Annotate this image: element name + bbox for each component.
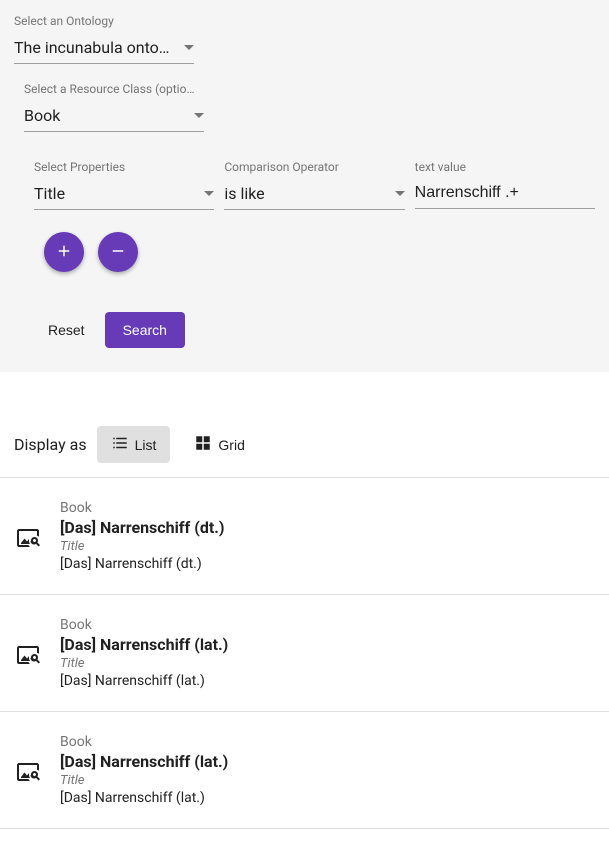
display-grid-button[interactable]: Grid (180, 426, 258, 463)
text-value-input[interactable] (415, 180, 595, 209)
list-icon (111, 434, 129, 455)
display-as-label: Display as (14, 435, 87, 454)
display-list-button[interactable]: List (97, 426, 171, 463)
result-title: [Das] Narrenschiff (lat.) (60, 752, 593, 771)
property-field: Select Properties Title (34, 160, 214, 210)
result-body: Book [Das] Narrenschiff (lat.) Title [Das] … (60, 617, 593, 689)
chevron-down-icon (395, 191, 405, 196)
ontology-select[interactable]: The incunabula onto… (14, 34, 194, 64)
display-list-label: List (135, 437, 157, 453)
result-title: [Das] Narrenschiff (dt.) (60, 518, 593, 537)
display-bar: Display as List Grid (0, 412, 609, 478)
remove-criteria-button[interactable] (98, 232, 138, 272)
result-property-value: [Das] Narrenschiff (dt.) (60, 556, 593, 572)
operator-value: is like (224, 184, 386, 203)
operator-label: Comparison Operator (224, 160, 404, 174)
display-grid-label: Grid (218, 437, 244, 453)
property-select[interactable]: Title (34, 180, 214, 210)
plus-icon (55, 242, 73, 263)
text-value-field: text value (415, 160, 595, 210)
result-item[interactable]: Book [Das] Narrenschiff (lat.) Title [Das] … (0, 712, 609, 829)
chevron-down-icon (194, 113, 204, 118)
result-body: Book [Das] Narrenschiff (lat.) Title [Das] … (60, 734, 593, 806)
ontology-value: The incunabula onto… (14, 38, 176, 57)
result-property-label: Title (60, 539, 593, 554)
result-item[interactable]: Book [Das] Narrenschiff (lat.) Title [Das] … (0, 595, 609, 712)
image-search-icon (16, 760, 40, 784)
result-type: Book (60, 734, 593, 750)
result-body: Book [Das] Narrenschiff (dt.) Title [Das] N… (60, 500, 593, 572)
criteria-row: Select Properties Title Comparison Opera… (34, 160, 595, 210)
property-value: Title (34, 184, 196, 203)
result-property-label: Title (60, 773, 593, 788)
resource-class-value: Book (24, 106, 186, 125)
ontology-field: Select an Ontology The incunabula onto… (14, 14, 194, 64)
image-search-icon (16, 526, 40, 550)
operator-select[interactable]: is like (224, 180, 404, 210)
resource-class-field: Select a Resource Class (optio… Book (24, 82, 204, 132)
criteria-controls (44, 232, 595, 272)
resource-class-select[interactable]: Book (24, 102, 204, 132)
minus-icon (109, 242, 127, 263)
result-type: Book (60, 500, 593, 516)
operator-field: Comparison Operator is like (224, 160, 404, 210)
resource-class-label: Select a Resource Class (optio… (24, 82, 204, 96)
property-label: Select Properties (34, 160, 214, 174)
image-search-icon (16, 643, 40, 667)
result-list: Book [Das] Narrenschiff (dt.) Title [Das] N… (0, 478, 609, 829)
ontology-label: Select an Ontology (14, 14, 194, 28)
reset-button[interactable]: Reset (44, 314, 89, 346)
result-type: Book (60, 617, 593, 633)
grid-icon (194, 434, 212, 455)
result-property-value: [Das] Narrenschiff (lat.) (60, 673, 593, 689)
search-button[interactable]: Search (105, 312, 185, 348)
chevron-down-icon (204, 191, 214, 196)
chevron-down-icon (184, 45, 194, 50)
search-panel: Select an Ontology The incunabula onto… … (0, 0, 609, 372)
action-row: Reset Search (44, 312, 595, 348)
result-property-value: [Das] Narrenschiff (lat.) (60, 790, 593, 806)
result-item[interactable]: Book [Das] Narrenschiff (dt.) Title [Das] N… (0, 478, 609, 595)
add-criteria-button[interactable] (44, 232, 84, 272)
result-property-label: Title (60, 656, 593, 671)
text-value-label: text value (415, 160, 595, 174)
result-title: [Das] Narrenschiff (lat.) (60, 635, 593, 654)
